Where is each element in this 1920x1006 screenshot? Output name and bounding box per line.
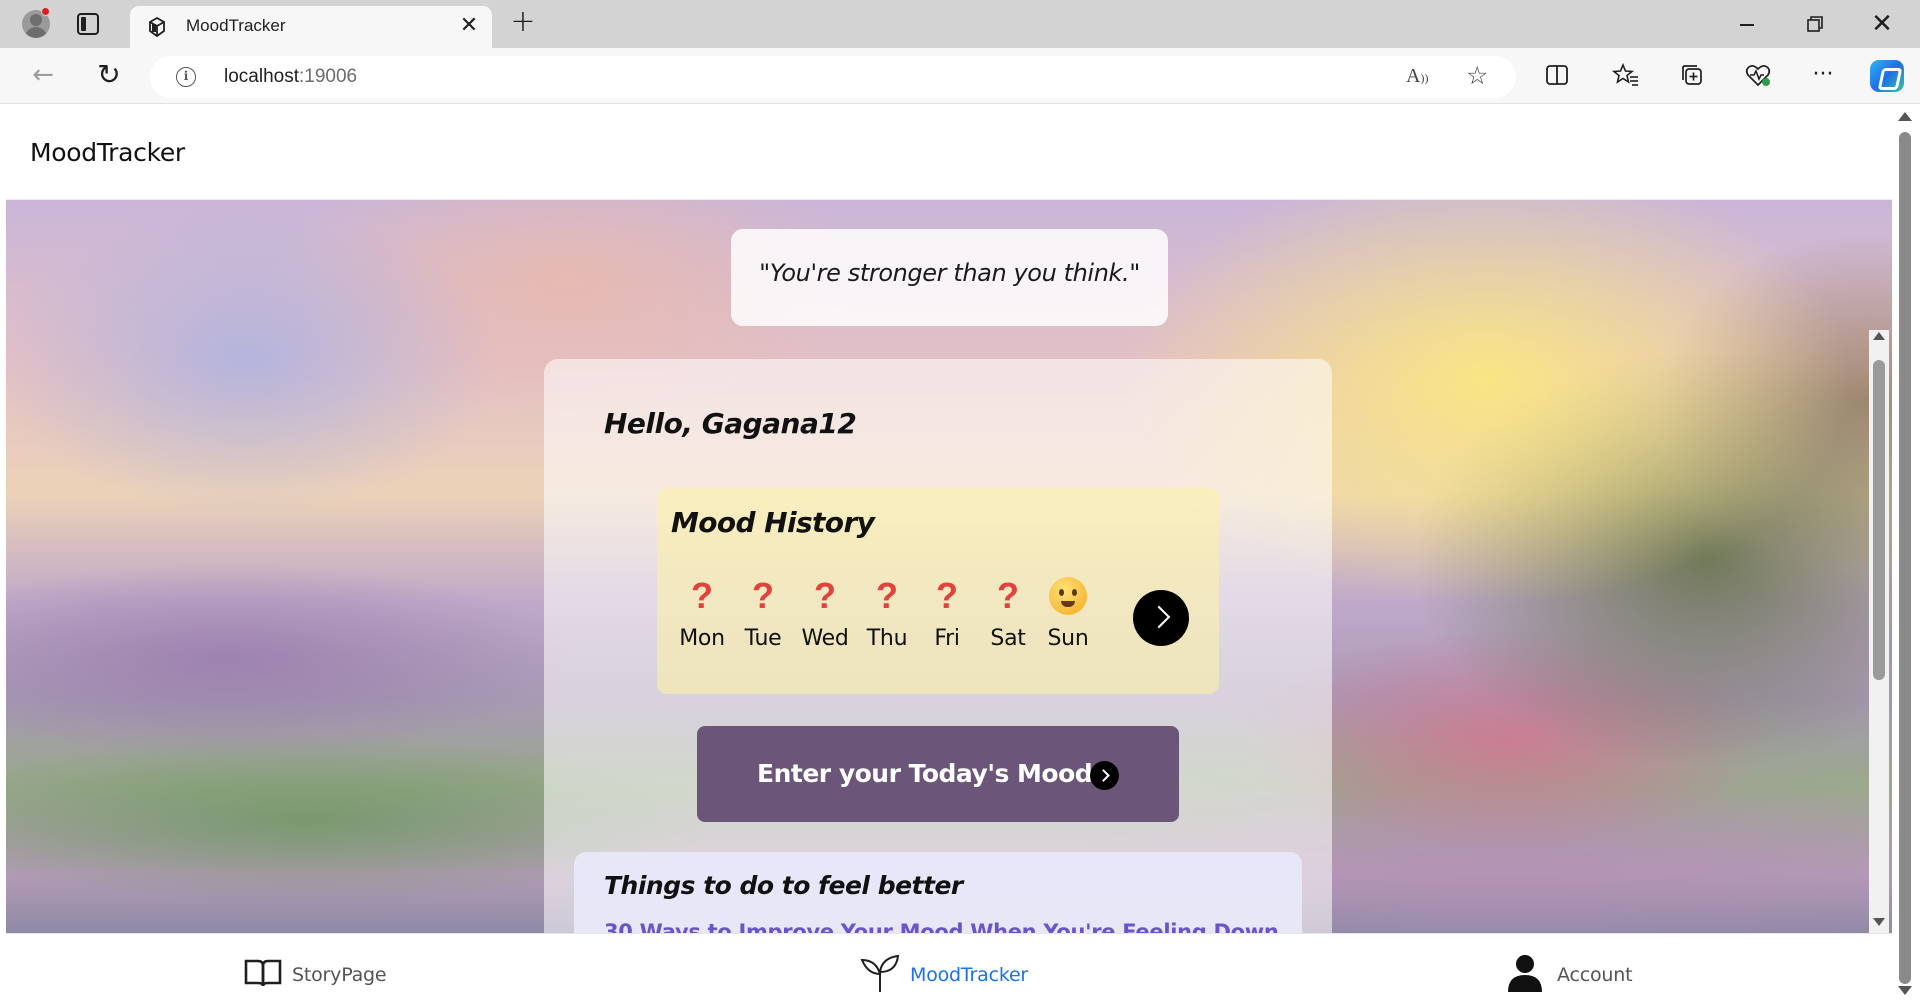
app-header-title: MoodTracker <box>30 138 185 167</box>
nav-label-moodtracker: MoodTracker <box>910 964 1029 986</box>
tips-article-link[interactable]: 30 Ways to Improve Your Mood When You're… <box>604 920 1279 933</box>
unknown-mood-icon: ? <box>691 575 713 616</box>
person-icon <box>1508 955 1542 992</box>
content-scrollbar[interactable] <box>1869 330 1889 933</box>
background-landscape: "You're stronger than you think." Hello,… <box>6 200 1892 933</box>
nav-label-account: Account <box>1557 964 1633 986</box>
url-host: localhost <box>224 66 299 87</box>
day-mon[interactable]: ? Mon <box>671 575 733 652</box>
unknown-mood-icon: ? <box>814 575 836 616</box>
day-label: Sun <box>1047 626 1089 651</box>
minimize-icon[interactable] <box>1732 9 1762 39</box>
page-scroll-thumb[interactable] <box>1899 132 1911 984</box>
day-sun[interactable]: Sun <box>1037 576 1099 651</box>
unknown-mood-icon: ? <box>752 575 774 616</box>
unknown-mood-icon: ? <box>997 575 1019 616</box>
smiling-emoji-icon <box>1049 577 1087 615</box>
page-scrollbar[interactable] <box>1892 104 1916 1002</box>
scroll-down-arrow-icon[interactable] <box>1873 918 1885 926</box>
profile-notification-dot <box>41 7 50 16</box>
nav-label-storypage: StoryPage <box>292 964 387 986</box>
tab-actions-icon[interactable] <box>77 13 99 35</box>
bottom-navigation: StoryPage MoodTracker Account <box>6 933 1892 1002</box>
day-tue[interactable]: ? Tue <box>732 575 794 652</box>
unknown-mood-icon: ? <box>876 575 898 616</box>
day-sat[interactable]: ? Sat <box>977 575 1039 652</box>
read-aloud-icon[interactable]: A)) <box>1406 65 1432 89</box>
browser-tab[interactable]: MoodTracker ✕ <box>130 6 492 48</box>
app-favicon <box>149 16 165 38</box>
favorites-icon[interactable] <box>1611 60 1641 90</box>
nav-item-account[interactable]: Account <box>1506 954 1636 994</box>
tips-card: Things to do to feel better 30 Ways to I… <box>574 852 1302 933</box>
scroll-up-arrow-icon[interactable] <box>1873 332 1885 340</box>
close-tab-icon[interactable]: ✕ <box>456 13 482 39</box>
new-tab-icon[interactable]: + <box>508 7 538 38</box>
close-window-icon[interactable]: ✕ <box>1867 9 1897 39</box>
page-scroll-down-arrow-icon[interactable] <box>1898 986 1912 995</box>
more-icon[interactable]: ··· <box>1808 60 1838 90</box>
nav-item-moodtracker[interactable]: MoodTracker <box>858 954 1038 994</box>
enter-today-mood-button[interactable]: Enter your Today's Mood <box>697 726 1179 822</box>
tab-title: MoodTracker <box>186 16 286 35</box>
quote-text: "You're stronger than you think." <box>759 259 1140 287</box>
day-label: Tue <box>744 626 782 651</box>
page-viewport: MoodTracker "You're stronger than you th… <box>6 104 1892 1002</box>
favorite-star-icon[interactable]: ☆ <box>1466 63 1492 89</box>
chevron-right-icon <box>1090 761 1119 790</box>
url-port: :19006 <box>299 66 358 87</box>
refresh-icon[interactable]: ↻ <box>94 60 124 90</box>
back-icon[interactable]: ← <box>28 60 58 90</box>
book-icon <box>244 959 282 987</box>
day-wed[interactable]: ? Wed <box>794 575 856 652</box>
day-label: Wed <box>801 626 849 651</box>
browser-tab-strip: MoodTracker ✕ + ✕ <box>0 0 1920 48</box>
day-label: Thu <box>866 626 908 651</box>
day-label: Fri <box>934 626 960 651</box>
url-text[interactable]: localhost:19006 <box>224 66 357 88</box>
restore-icon[interactable] <box>1800 9 1830 39</box>
nav-item-storypage[interactable]: StoryPage <box>244 954 394 994</box>
day-label: Sat <box>990 626 1026 651</box>
tips-title: Things to do to feel better <box>604 871 963 900</box>
split-screen-icon[interactable] <box>1542 60 1572 90</box>
mood-history-title: Mood History <box>671 506 875 539</box>
site-info-icon[interactable]: i <box>176 67 196 87</box>
day-label: Mon <box>679 626 725 651</box>
day-thu[interactable]: ? Thu <box>856 575 918 652</box>
page-scroll-up-arrow-icon[interactable] <box>1898 112 1912 121</box>
next-week-button[interactable] <box>1133 590 1189 646</box>
enter-today-mood-label: Enter your Today's Mood <box>757 759 1093 788</box>
mood-main-card: Hello, Gagana12 Mood History ? Mon ? Tue… <box>544 359 1332 933</box>
address-toolbar: ← ↻ i localhost:19006 A)) ☆ ··· <box>0 48 1920 104</box>
mood-history-card: Mood History ? Mon ? Tue ? Wed ? Thu ? F… <box>657 488 1219 694</box>
app-header: MoodTracker <box>6 104 1892 200</box>
collections-icon[interactable] <box>1677 60 1707 90</box>
address-bar[interactable]: i localhost:19006 A)) ☆ <box>150 56 1516 98</box>
scroll-thumb[interactable] <box>1873 360 1885 680</box>
sprout-icon <box>860 954 900 992</box>
greeting-text: Hello, Gagana12 <box>604 407 857 440</box>
quote-card: "You're stronger than you think." <box>731 229 1168 326</box>
day-fri[interactable]: ? Fri <box>916 575 978 652</box>
unknown-mood-icon: ? <box>936 575 958 616</box>
copilot-icon[interactable] <box>1870 60 1904 92</box>
browser-essentials-icon[interactable] <box>1743 60 1773 90</box>
